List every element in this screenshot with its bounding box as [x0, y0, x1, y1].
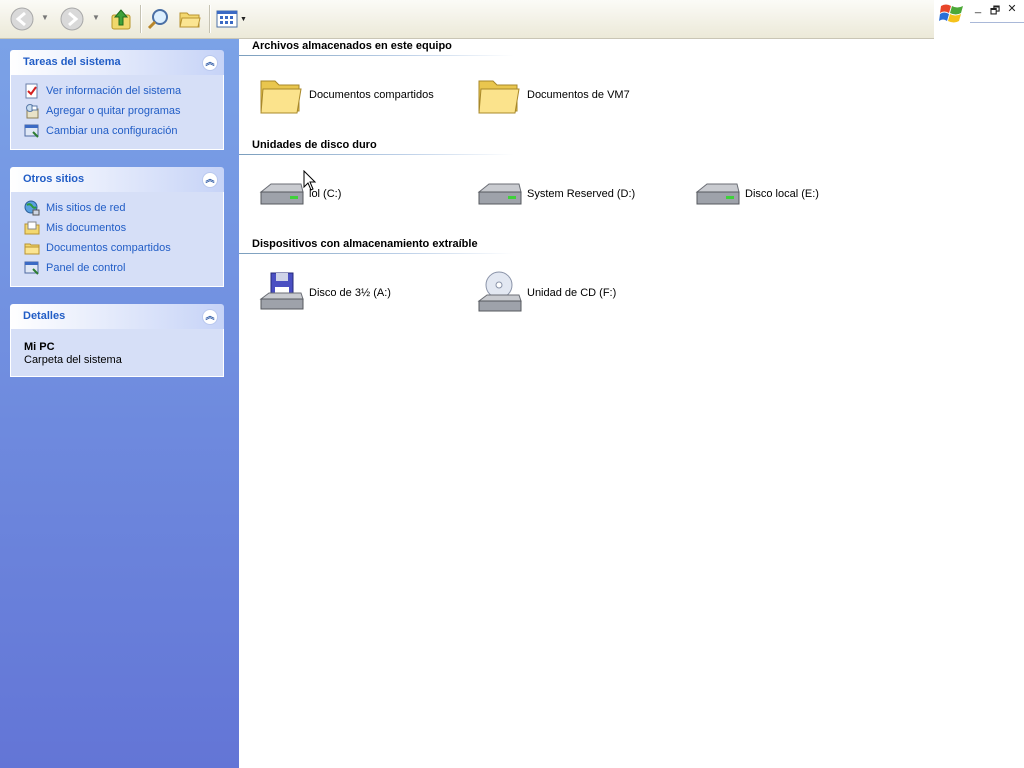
- mouse-cursor-icon: [303, 170, 317, 191]
- item-label: Disco de 3½ (A:): [309, 287, 391, 299]
- my-documents-icon: [24, 221, 40, 235]
- folder-up-icon: [111, 9, 131, 30]
- item-label: Unidad de CD (F:): [527, 287, 617, 299]
- cd-drive-icon: [477, 271, 522, 312]
- other-places-panel: Otros sitios ︽ Mis sitios de red Mis doc…: [10, 167, 224, 287]
- task-label: Ver información del sistema: [46, 85, 182, 97]
- details-panel: Detalles ︽ Mi PC Carpeta del sistema: [10, 304, 224, 377]
- details-item-type: Carpeta del sistema: [24, 354, 122, 366]
- content-area: Archivos almacenados en este equipo Docu…: [239, 39, 1024, 768]
- system-tasks-header[interactable]: Tareas del sistema ︽: [10, 50, 224, 75]
- details-header[interactable]: Detalles ︽: [10, 304, 224, 329]
- system-tasks-panel: Tareas del sistema ︽ Ver información del…: [10, 50, 224, 150]
- item-drive-c[interactable]: lol (C:): [257, 166, 467, 222]
- views-icon: [216, 10, 238, 28]
- task-change-setting[interactable]: Cambiar una configuración: [11, 121, 223, 141]
- up-button[interactable]: [108, 5, 134, 33]
- item-label: Documentos compartidos: [309, 89, 434, 101]
- shared-folder-icon: [24, 243, 40, 255]
- group-header: Unidades de disco duro: [252, 139, 377, 151]
- item-cd-f[interactable]: Unidad de CD (F:): [475, 265, 685, 321]
- group-header: Archivos almacenados en este equipo: [252, 40, 452, 52]
- forward-button[interactable]: [58, 5, 86, 33]
- other-places-header[interactable]: Otros sitios ︽: [10, 167, 224, 192]
- item-label: Disco local (E:): [745, 188, 819, 200]
- place-my-documents[interactable]: Mis documentos: [11, 218, 223, 238]
- task-add-remove-programs[interactable]: Agregar o quitar programas: [11, 101, 223, 121]
- search-button[interactable]: [144, 5, 172, 33]
- task-pane: Tareas del sistema ︽ Ver información del…: [0, 39, 239, 768]
- back-dropdown[interactable]: ▼: [41, 13, 49, 22]
- back-arrow-icon: [10, 7, 34, 31]
- back-button[interactable]: [8, 5, 36, 33]
- control-panel-icon: [24, 124, 39, 138]
- restore-button[interactable]: 🗗: [987, 2, 1003, 21]
- add-remove-programs-icon: [26, 104, 39, 119]
- folder-icon: [260, 80, 302, 114]
- folders-icon: [179, 12, 201, 28]
- window-corner: _ 🗗 ✕: [934, 0, 1024, 38]
- panel-title: Otros sitios: [23, 173, 85, 185]
- control-panel-icon: [24, 261, 39, 275]
- place-label: Mis documentos: [46, 222, 127, 234]
- views-button[interactable]: ▼: [214, 5, 248, 33]
- item-drive-e[interactable]: Disco local (E:): [693, 166, 903, 222]
- network-places-icon: [24, 200, 40, 216]
- system-info-icon: [25, 83, 38, 99]
- item-vm7-documents[interactable]: Documentos de VM7: [475, 67, 685, 123]
- folders-button[interactable]: [176, 5, 204, 33]
- toolbar: ▼ ▼ ▼: [0, 0, 934, 39]
- collapse-chevron-icon[interactable]: ︽: [202, 172, 218, 188]
- task-system-info[interactable]: Ver información del sistema: [11, 81, 223, 101]
- panel-title: Tareas del sistema: [23, 56, 121, 68]
- collapse-chevron-icon[interactable]: ︽: [202, 309, 218, 325]
- panel-title: Detalles: [23, 310, 66, 322]
- task-label: Agregar o quitar programas: [46, 105, 181, 117]
- forward-dropdown[interactable]: ▼: [92, 13, 100, 22]
- item-label: Documentos de VM7: [527, 89, 630, 101]
- close-button[interactable]: ✕: [1004, 2, 1020, 15]
- collapse-chevron-icon[interactable]: ︽: [202, 55, 218, 71]
- item-shared-documents[interactable]: Documentos compartidos: [257, 67, 467, 123]
- place-control-panel[interactable]: Panel de control: [11, 258, 223, 278]
- group-header: Dispositivos con almacenamiento extraíbl…: [252, 238, 478, 250]
- item-drive-d[interactable]: System Reserved (D:): [475, 166, 685, 222]
- item-floppy-a[interactable]: Disco de 3½ (A:): [257, 265, 467, 321]
- forward-arrow-icon: [60, 7, 84, 31]
- hard-disk-icon: [477, 183, 522, 205]
- place-label: Mis sitios de red: [46, 202, 126, 214]
- task-label: Cambiar una configuración: [46, 125, 178, 137]
- place-network[interactable]: Mis sitios de red: [11, 198, 223, 218]
- place-shared-documents[interactable]: Documentos compartidos: [11, 238, 223, 258]
- folder-icon: [478, 80, 520, 114]
- details-item-name: Mi PC: [24, 341, 55, 353]
- floppy-drive-icon: [259, 272, 304, 310]
- place-label: Documentos compartidos: [46, 242, 171, 254]
- windows-logo-icon: [939, 4, 963, 23]
- hard-disk-icon: [259, 183, 304, 205]
- place-label: Panel de control: [46, 262, 126, 274]
- item-label: System Reserved (D:): [527, 188, 636, 200]
- search-icon: [147, 9, 168, 30]
- hard-disk-icon: [695, 183, 740, 205]
- minimize-button[interactable]: _: [970, 2, 986, 14]
